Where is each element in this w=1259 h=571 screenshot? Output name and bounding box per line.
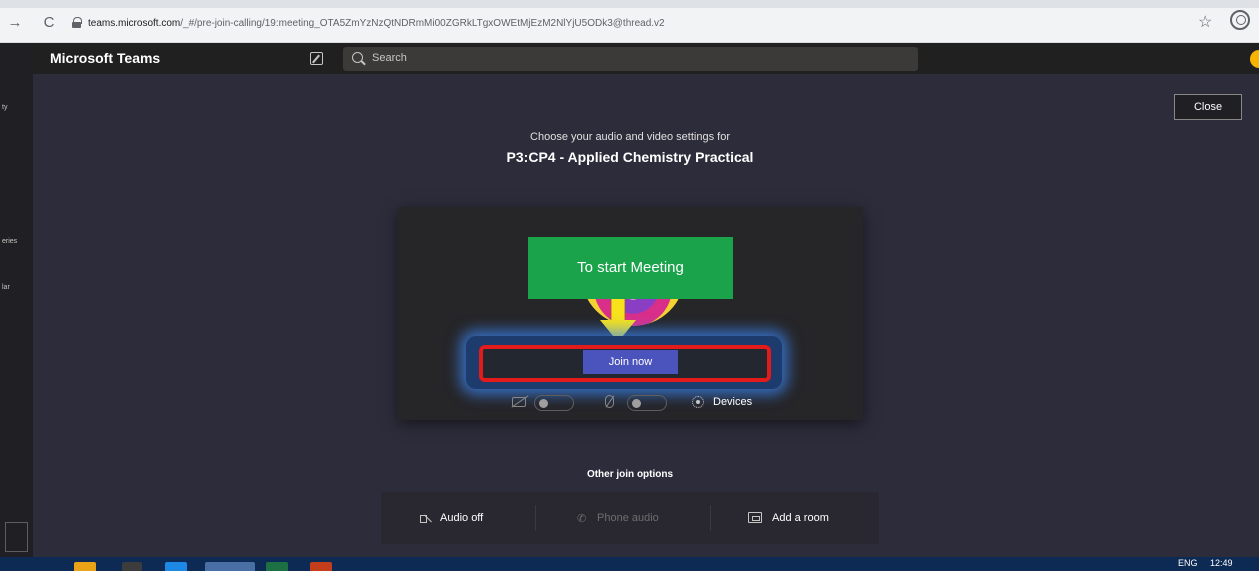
close-button[interactable]: Close <box>1174 94 1242 120</box>
other-join-options-title: Other join options <box>586 469 674 480</box>
app-title: Microsoft Teams <box>50 50 161 66</box>
camera-toggle[interactable] <box>534 395 574 411</box>
phone-audio-option[interactable]: Phone audio <box>597 512 659 524</box>
rail-item-calendar[interactable]: lar <box>2 284 10 291</box>
excel-icon[interactable] <box>266 562 288 571</box>
rail-item-activity[interactable]: ty <box>2 104 7 111</box>
search-input[interactable] <box>343 47 918 71</box>
rail-top <box>0 43 33 74</box>
file-explorer-icon[interactable] <box>74 562 96 571</box>
chrome-icon[interactable] <box>205 562 255 571</box>
reload-button[interactable]: C <box>40 14 58 32</box>
speaker-off-icon <box>420 512 434 524</box>
bookmark-star-icon[interactable]: ☆ <box>1198 12 1212 32</box>
compose-icon[interactable] <box>310 52 323 65</box>
annotation-callout: To start Meeting <box>528 237 733 299</box>
windows-taskbar <box>0 557 1259 571</box>
camera-toggle-knob <box>539 399 548 408</box>
search-placeholder: Search <box>372 52 407 64</box>
devices-button[interactable]: Devices <box>713 396 752 408</box>
url-path: /_#/pre-join-calling/19:meeting_OTA5ZmYz… <box>180 18 665 29</box>
input-language[interactable]: ENG <box>1178 558 1198 568</box>
browser-tabstrip <box>0 0 1259 8</box>
mic-off-icon <box>605 395 614 408</box>
mic-toggle[interactable] <box>627 395 667 411</box>
taskbar-app-icon[interactable] <box>122 562 142 571</box>
search-icon <box>352 52 363 63</box>
clock[interactable]: 12:49 <box>1210 558 1233 568</box>
gear-icon[interactable] <box>692 396 704 408</box>
settings-subtitle: Choose your audio and video settings for <box>530 131 730 143</box>
rail-help-button[interactable] <box>5 522 28 552</box>
mic-toggle-knob <box>632 399 641 408</box>
url-host: teams.microsoft.com <box>88 18 181 29</box>
taskbar-app-icon[interactable] <box>165 562 187 571</box>
phone-icon: ✆ <box>577 513 587 525</box>
audio-off-option[interactable]: Audio off <box>440 512 483 524</box>
options-divider <box>535 505 536 531</box>
meeting-title: P3:CP4 - Applied Chemistry Practical <box>506 149 754 165</box>
address-bar[interactable]: teams.microsoft.com/_#/pre-join-calling/… <box>88 14 1068 34</box>
camera-off-icon <box>512 397 526 407</box>
rail-item-library[interactable]: eries <box>2 238 17 245</box>
options-divider <box>710 505 711 531</box>
add-room-option[interactable]: Add a room <box>772 512 829 524</box>
room-icon <box>748 512 762 523</box>
annotation-arrow-shaft <box>611 299 625 321</box>
forward-button[interactable]: → <box>6 14 24 32</box>
join-now-button[interactable]: Join now <box>583 350 678 374</box>
lock-icon <box>72 17 82 28</box>
profile-icon[interactable] <box>1230 10 1250 30</box>
left-app-rail <box>0 74 33 557</box>
powerpoint-icon[interactable] <box>310 562 332 571</box>
